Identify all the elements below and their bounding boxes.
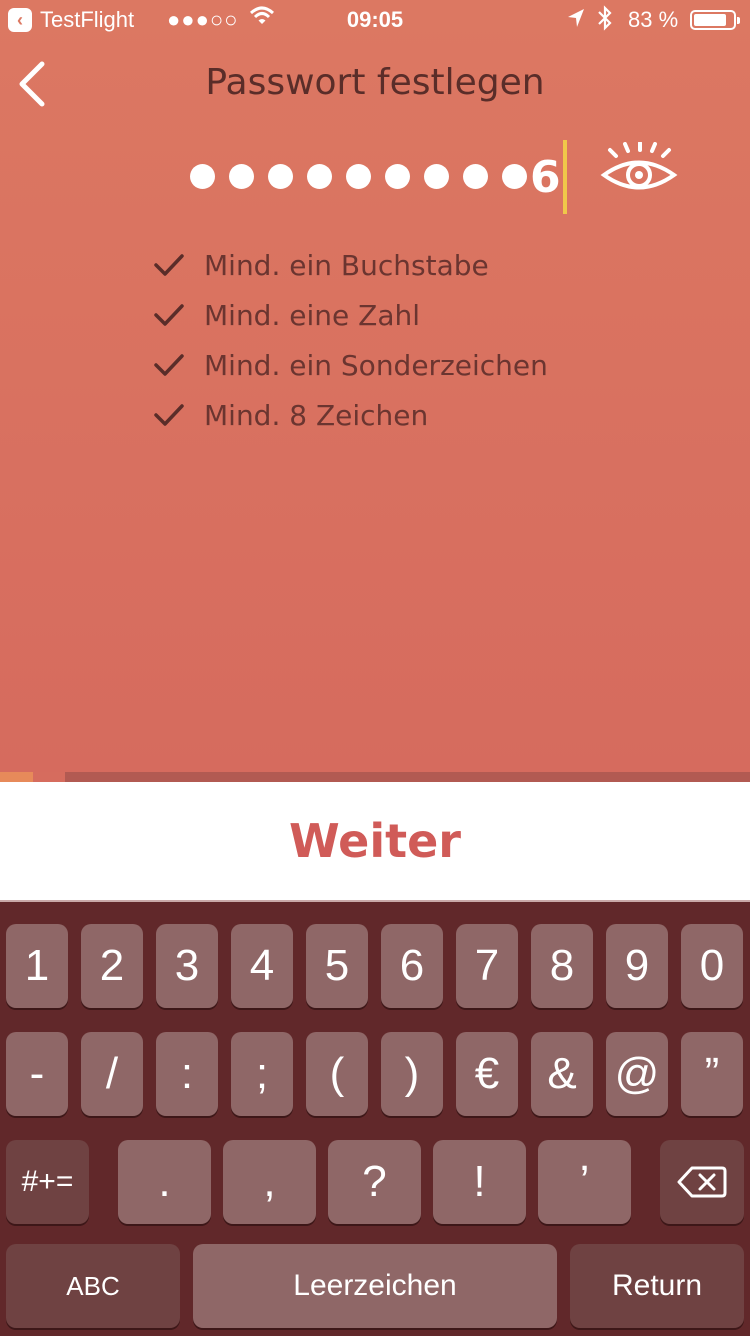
key-row1-6[interactable]: 7 (456, 924, 518, 1008)
progress-fill (0, 772, 33, 782)
key-row1-1[interactable]: 2 (81, 924, 143, 1008)
password-dot (463, 164, 488, 189)
password-dot (346, 164, 371, 189)
rule-item: Mind. ein Sonderzeichen (152, 340, 548, 390)
key-row3-3[interactable]: ! (433, 1140, 526, 1224)
rule-label: Mind. ein Sonderzeichen (204, 348, 548, 382)
progress-bar (0, 772, 750, 782)
password-dot (307, 164, 332, 189)
checkmark-icon (154, 254, 184, 276)
checkmark-icon (154, 304, 184, 326)
status-bar: ‹ TestFlight ●●●○○ 09:05 83 % (0, 0, 750, 40)
key-row1-0[interactable]: 1 (6, 924, 68, 1008)
key-row3-1[interactable]: , (223, 1140, 316, 1224)
password-dot (268, 164, 293, 189)
keyboard: #+= ABC Leerzeichen Return 1 2 3 4 5 6 7 8 9 0 - /:… (0, 900, 750, 1336)
password-dot (424, 164, 449, 189)
key-abc[interactable]: ABC (6, 1244, 180, 1328)
progress-fill-current (33, 772, 65, 782)
screen: ‹ TestFlight ●●●○○ 09:05 83 % Passwort f… (0, 0, 750, 1336)
battery-percent: 83 % (628, 7, 679, 32)
bluetooth-icon (596, 5, 614, 37)
password-mask (190, 164, 527, 189)
backspace-key[interactable] (660, 1140, 744, 1224)
key-row2-4[interactable]: ( (306, 1032, 368, 1116)
rule-item: Mind. 8 Zeichen (152, 390, 548, 440)
key-return[interactable]: Return (570, 1244, 744, 1328)
key-row2-3[interactable]: ; (231, 1032, 293, 1116)
key-row2-7[interactable]: & (531, 1032, 593, 1116)
password-dot (229, 164, 254, 189)
eye-icon (600, 141, 678, 190)
key-row1-4[interactable]: 5 (306, 924, 368, 1008)
backspace-icon (677, 1166, 727, 1198)
key-space[interactable]: Leerzeichen (193, 1244, 557, 1328)
rule-label: Mind. eine Zahl (204, 298, 421, 332)
key-row1-2[interactable]: 3 (156, 924, 218, 1008)
key-row2-6[interactable]: € (456, 1032, 518, 1116)
text-cursor (563, 140, 567, 214)
key-row3-2[interactable]: ? (328, 1140, 421, 1224)
key-row1-7[interactable]: 8 (531, 924, 593, 1008)
location-arrow-icon (566, 7, 586, 35)
key-row2-1[interactable]: / (81, 1032, 143, 1116)
page-title: Passwort festlegen (205, 62, 545, 103)
battery-icon (690, 10, 740, 30)
rule-label: Mind. ein Buchstabe (204, 248, 489, 282)
password-dot (385, 164, 410, 189)
rule-item: Mind. ein Buchstabe (152, 240, 548, 290)
key-row3-4[interactable]: ’ (538, 1140, 631, 1224)
key-symbols[interactable]: #+= (6, 1140, 89, 1224)
key-row1-5[interactable]: 6 (381, 924, 443, 1008)
key-row2-5[interactable]: ) (381, 1032, 443, 1116)
rule-label: Mind. 8 Zeichen (204, 398, 429, 432)
key-row1-9[interactable]: 0 (681, 924, 743, 1008)
password-dot (502, 164, 527, 189)
password-dot (190, 164, 215, 189)
key-row1-8[interactable]: 9 (606, 924, 668, 1008)
rule-item: Mind. eine Zahl (152, 290, 548, 340)
key-row3-0[interactable]: . (118, 1140, 211, 1224)
show-password-button[interactable] (600, 141, 678, 202)
key-row2-2[interactable]: : (156, 1032, 218, 1116)
key-row2-0[interactable]: - (6, 1032, 68, 1116)
checkmark-icon (154, 404, 184, 426)
password-last-char: 6 (530, 152, 561, 203)
password-rules-list: Mind. ein Buchstabe Mind. eine Zahl Mind. … (152, 240, 548, 440)
key-row2-9[interactable]: ” (681, 1032, 743, 1116)
key-row2-8[interactable]: @ (606, 1032, 668, 1116)
checkmark-icon (154, 354, 184, 376)
weiter-button[interactable]: Weiter (0, 782, 750, 900)
key-row1-3[interactable]: 4 (231, 924, 293, 1008)
